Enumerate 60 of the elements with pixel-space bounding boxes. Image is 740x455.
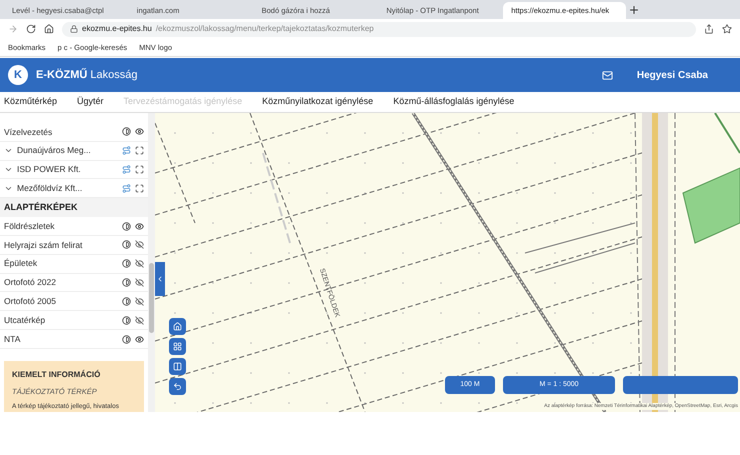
home-button[interactable] — [169, 318, 186, 335]
eye-off-icon[interactable] — [135, 296, 144, 306]
reload-icon[interactable] — [26, 24, 36, 34]
eye-off-icon[interactable] — [135, 316, 144, 325]
eye-icon[interactable] — [135, 334, 144, 344]
expand-icon[interactable] — [135, 184, 144, 193]
map-drawing[interactable] — [155, 113, 740, 412]
contrast-icon[interactable] — [122, 296, 131, 306]
logo-icon: K — [8, 65, 28, 85]
section-heading: ALAPTÉRKÉPEK — [4, 200, 78, 214]
layer-name[interactable]: Utcatérkép — [4, 314, 118, 327]
layer-name[interactable]: Vízelvezetés — [4, 126, 118, 138]
expand-icon[interactable] — [135, 165, 144, 174]
new-tab-icon[interactable] — [628, 4, 640, 16]
chevron-left-icon[interactable] — [156, 275, 164, 283]
route-icon[interactable] — [122, 146, 131, 156]
layer-name[interactable]: Helyrajzi szám felirat — [4, 238, 118, 252]
eye-off-icon[interactable] — [135, 240, 144, 250]
star-icon[interactable] — [722, 24, 732, 34]
address-bar[interactable]: ekozmu.e-epites.hu /ekozmuszol/lakossag/menu/terkep/tajekoztatas/kozmuterkep — [62, 22, 696, 36]
contrast-icon[interactable] — [122, 278, 131, 288]
contrast-icon[interactable] — [122, 259, 131, 268]
lock-icon — [70, 25, 78, 33]
eye-off-icon[interactable] — [135, 259, 144, 268]
nav-link[interactable]: Közműnyilatkozat igénylése — [262, 95, 374, 109]
nav-link[interactable]: Közmű-állásfoglalás igénylése — [393, 95, 514, 109]
undo-button[interactable] — [169, 378, 186, 395]
nav-link[interactable]: Közműtérkép — [4, 95, 58, 109]
layer-name[interactable]: NTA — [4, 332, 118, 346]
app-title: E-KÖZMŰ Lakosság — [36, 67, 138, 83]
home-icon[interactable] — [44, 24, 54, 34]
layer-group-name[interactable]: Dunaújváros Meg... — [17, 144, 118, 158]
columns-icon[interactable] — [173, 362, 182, 371]
eye-off-icon[interactable] — [135, 278, 144, 288]
layer-name[interactable]: Ortofotó 2022 — [4, 276, 118, 289]
contrast-icon[interactable] — [122, 316, 131, 325]
layer-name[interactable]: Földrészletek — [4, 220, 118, 232]
contrast-icon[interactable] — [122, 240, 131, 250]
contrast-icon[interactable] — [122, 222, 131, 231]
route-icon[interactable] — [122, 184, 131, 193]
nav-link[interactable]: Ügytér — [77, 95, 104, 109]
eye-icon[interactable] — [135, 127, 144, 136]
contrast-icon[interactable] — [122, 334, 131, 344]
grid-view-button[interactable] — [169, 338, 186, 355]
split-view-button[interactable] — [169, 358, 186, 375]
scrollbar[interactable] — [148, 113, 155, 412]
info-title: KIEMELT INFORMÁCIÓ — [12, 368, 102, 381]
layer-name[interactable]: Ortofotó 2005 — [4, 294, 118, 308]
expand-icon[interactable] — [135, 146, 144, 156]
contrast-icon[interactable] — [122, 127, 131, 136]
layer-group-name[interactable]: Mezőföldvíz Kft... — [17, 182, 118, 195]
route-icon[interactable] — [122, 165, 131, 174]
mail-icon[interactable] — [602, 70, 613, 80]
layer-group-name[interactable]: ISD POWER Kft. — [17, 163, 118, 176]
layer-name[interactable]: Épületek — [4, 257, 118, 270]
grid-icon[interactable] — [173, 342, 182, 351]
user-name[interactable]: Hegyesi Csaba — [636, 68, 708, 82]
eye-icon[interactable] — [135, 222, 144, 231]
share-icon[interactable] — [704, 24, 714, 34]
undo-icon[interactable] — [173, 382, 182, 391]
